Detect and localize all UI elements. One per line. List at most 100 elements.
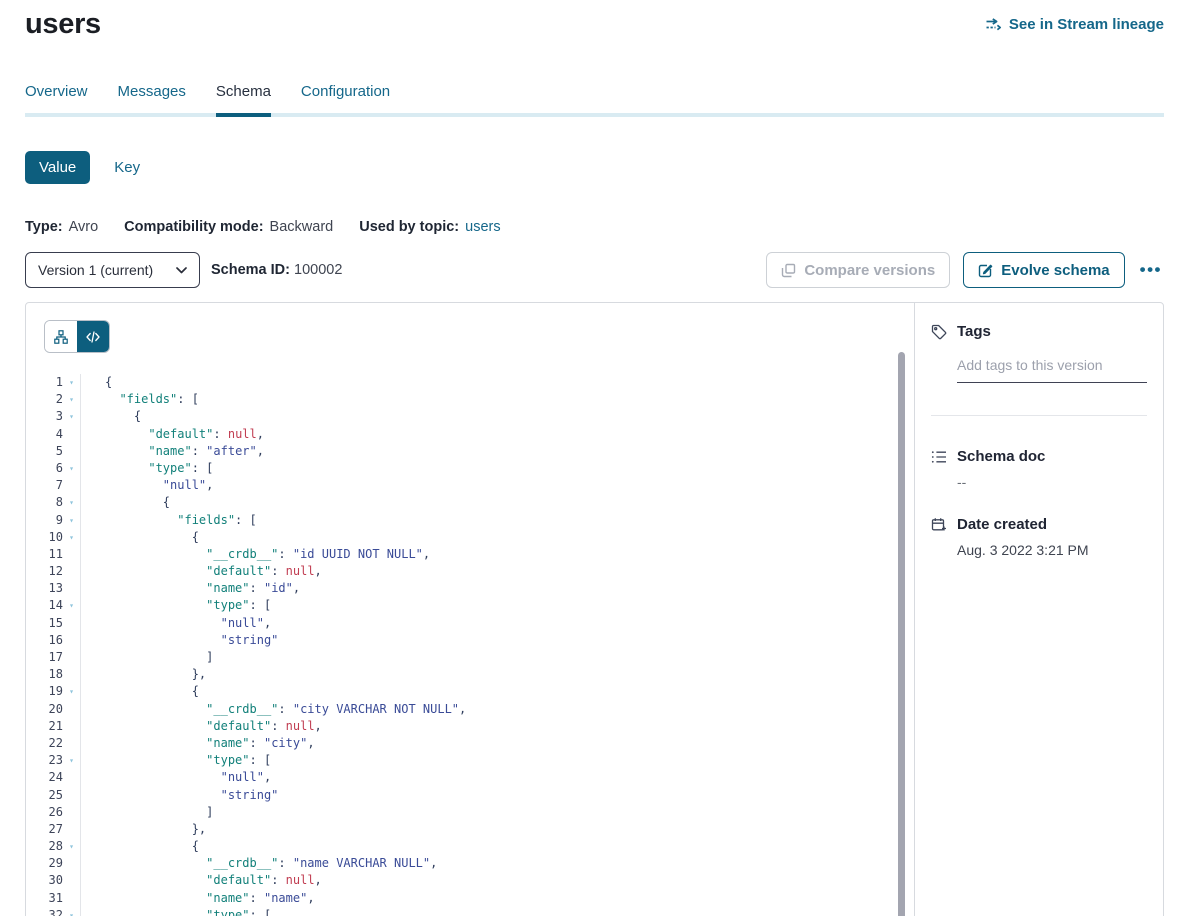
add-tags-input[interactable] (957, 357, 1147, 383)
code-text: "__crdb__": "city VARCHAR NOT NULL", (80, 701, 914, 718)
more-options-button[interactable]: ••• (1138, 260, 1164, 280)
code-text: }, (80, 821, 914, 838)
code-text: "__crdb__": "name VARCHAR NULL", (80, 855, 914, 872)
code-line: 22 "name": "city", (26, 735, 914, 752)
line-number: 27 (26, 821, 63, 838)
code-text: { (80, 408, 914, 425)
code-line: 20 "__crdb__": "city VARCHAR NOT NULL", (26, 701, 914, 718)
fold-toggle-icon[interactable]: ▾ (63, 512, 80, 529)
code-text: }, (80, 666, 914, 683)
code-line: 29 "__crdb__": "name VARCHAR NULL", (26, 855, 914, 872)
fold-toggle-icon[interactable]: ▾ (63, 752, 80, 769)
fold-toggle-icon[interactable]: ▾ (63, 391, 80, 408)
code-line: 25 "string" (26, 787, 914, 804)
code-line: 8▾ { (26, 494, 914, 511)
stream-lineage-label: See in Stream lineage (1009, 16, 1164, 33)
line-number: 21 (26, 718, 63, 735)
code-text: "null", (80, 615, 914, 632)
code-text: { (80, 838, 914, 855)
code-text: "string" (80, 787, 914, 804)
code-view-button[interactable] (77, 321, 109, 352)
tab-configuration[interactable]: Configuration (301, 83, 390, 113)
compatibility-value: Backward (270, 219, 334, 235)
code-line: 11 "__crdb__": "id UUID NOT NULL", (26, 546, 914, 563)
code-text: "type": [ (80, 597, 914, 614)
line-number: 25 (26, 787, 63, 804)
schema-page: users See in Stream lineage Overview Mes… (25, 0, 1164, 916)
fold-toggle-icon[interactable]: ▾ (63, 907, 80, 916)
sidebar-divider (931, 415, 1147, 416)
code-view-icon (86, 331, 100, 343)
code-text: { (80, 494, 914, 511)
code-text: "fields": [ (80, 512, 914, 529)
fold-toggle-icon[interactable]: ▾ (63, 838, 80, 855)
line-number: 23 (26, 752, 63, 769)
fold-toggle-icon[interactable]: ▾ (63, 460, 80, 477)
fold-toggle-icon[interactable]: ▾ (63, 374, 80, 391)
stream-lineage-link[interactable]: See in Stream lineage (985, 16, 1164, 33)
schema-id-label: Schema ID: (211, 262, 290, 278)
code-text: "null", (80, 477, 914, 494)
fold-toggle-icon[interactable]: ▾ (63, 683, 80, 700)
code-text: "fields": [ (80, 391, 914, 408)
schema-meta-row: Type: Avro Compatibility mode: Backward … (25, 219, 1164, 235)
version-select-value: Version 1 (current) (38, 262, 153, 278)
code-line: 26 ] (26, 804, 914, 821)
code-line: 27 }, (26, 821, 914, 838)
tab-messages[interactable]: Messages (118, 83, 186, 113)
topic-link[interactable]: users (465, 219, 500, 235)
line-number: 24 (26, 769, 63, 786)
chevron-down-icon (176, 267, 187, 274)
code-line: 30 "default": null, (26, 872, 914, 889)
version-select[interactable]: Version 1 (current) (25, 252, 200, 288)
line-number: 10 (26, 529, 63, 546)
line-number: 12 (26, 563, 63, 580)
code-text: "default": null, (80, 718, 914, 735)
fold-toggle-icon[interactable]: ▾ (63, 529, 80, 546)
key-tab-button[interactable]: Key (114, 159, 140, 176)
schema-id-value: 100002 (294, 262, 342, 278)
code-line: 15 "null", (26, 615, 914, 632)
code-line: 23▾ "type": [ (26, 752, 914, 769)
code-lines[interactable]: 1▾{2▾ "fields": [3▾ {4 "default": null,5… (26, 374, 914, 916)
calendar-plus-icon (931, 517, 947, 532)
evolve-schema-button[interactable]: Evolve schema (963, 252, 1124, 288)
tab-overview[interactable]: Overview (25, 83, 88, 113)
tab-schema[interactable]: Schema (216, 83, 271, 117)
line-number: 1 (26, 374, 63, 391)
ellipsis-icon: ••• (1140, 260, 1162, 279)
tab-bar: Overview Messages Schema Configuration (25, 83, 1164, 117)
code-text: "__crdb__": "id UUID NOT NULL", (80, 546, 914, 563)
code-text: ] (80, 804, 914, 821)
compare-versions-button[interactable]: Compare versions (766, 252, 950, 288)
line-number: 26 (26, 804, 63, 821)
used-by-topic-label: Used by topic: (359, 219, 459, 235)
line-number: 17 (26, 649, 63, 666)
editor-scrollbar-thumb[interactable] (898, 352, 905, 916)
line-number: 5 (26, 443, 63, 460)
fold-toggle-icon[interactable]: ▾ (63, 408, 80, 425)
type-value: Avro (69, 219, 99, 235)
fold-toggle-icon[interactable]: ▾ (63, 597, 80, 614)
code-text: "name": "after", (80, 443, 914, 460)
code-line: 28▾ { (26, 838, 914, 855)
value-tab-button[interactable]: Value (25, 151, 90, 184)
schema-doc-heading: Schema doc (931, 448, 1147, 465)
line-number: 8 (26, 494, 63, 511)
code-line: 21 "default": null, (26, 718, 914, 735)
code-text: "name": "id", (80, 580, 914, 597)
code-text: ] (80, 649, 914, 666)
line-number: 15 (26, 615, 63, 632)
code-line: 16 "string" (26, 632, 914, 649)
line-number: 18 (26, 666, 63, 683)
page-title: users (25, 8, 101, 41)
fold-toggle-icon[interactable]: ▾ (63, 494, 80, 511)
code-line: 3▾ { (26, 408, 914, 425)
code-line: 4 "default": null, (26, 426, 914, 443)
tree-view-icon (54, 330, 68, 344)
value-key-selector: Value Key (25, 151, 1164, 184)
tree-view-button[interactable] (45, 321, 77, 352)
code-line: 13 "name": "id", (26, 580, 914, 597)
schema-doc-value: -- (957, 474, 1147, 490)
schema-id: Schema ID: 100002 (211, 262, 342, 278)
